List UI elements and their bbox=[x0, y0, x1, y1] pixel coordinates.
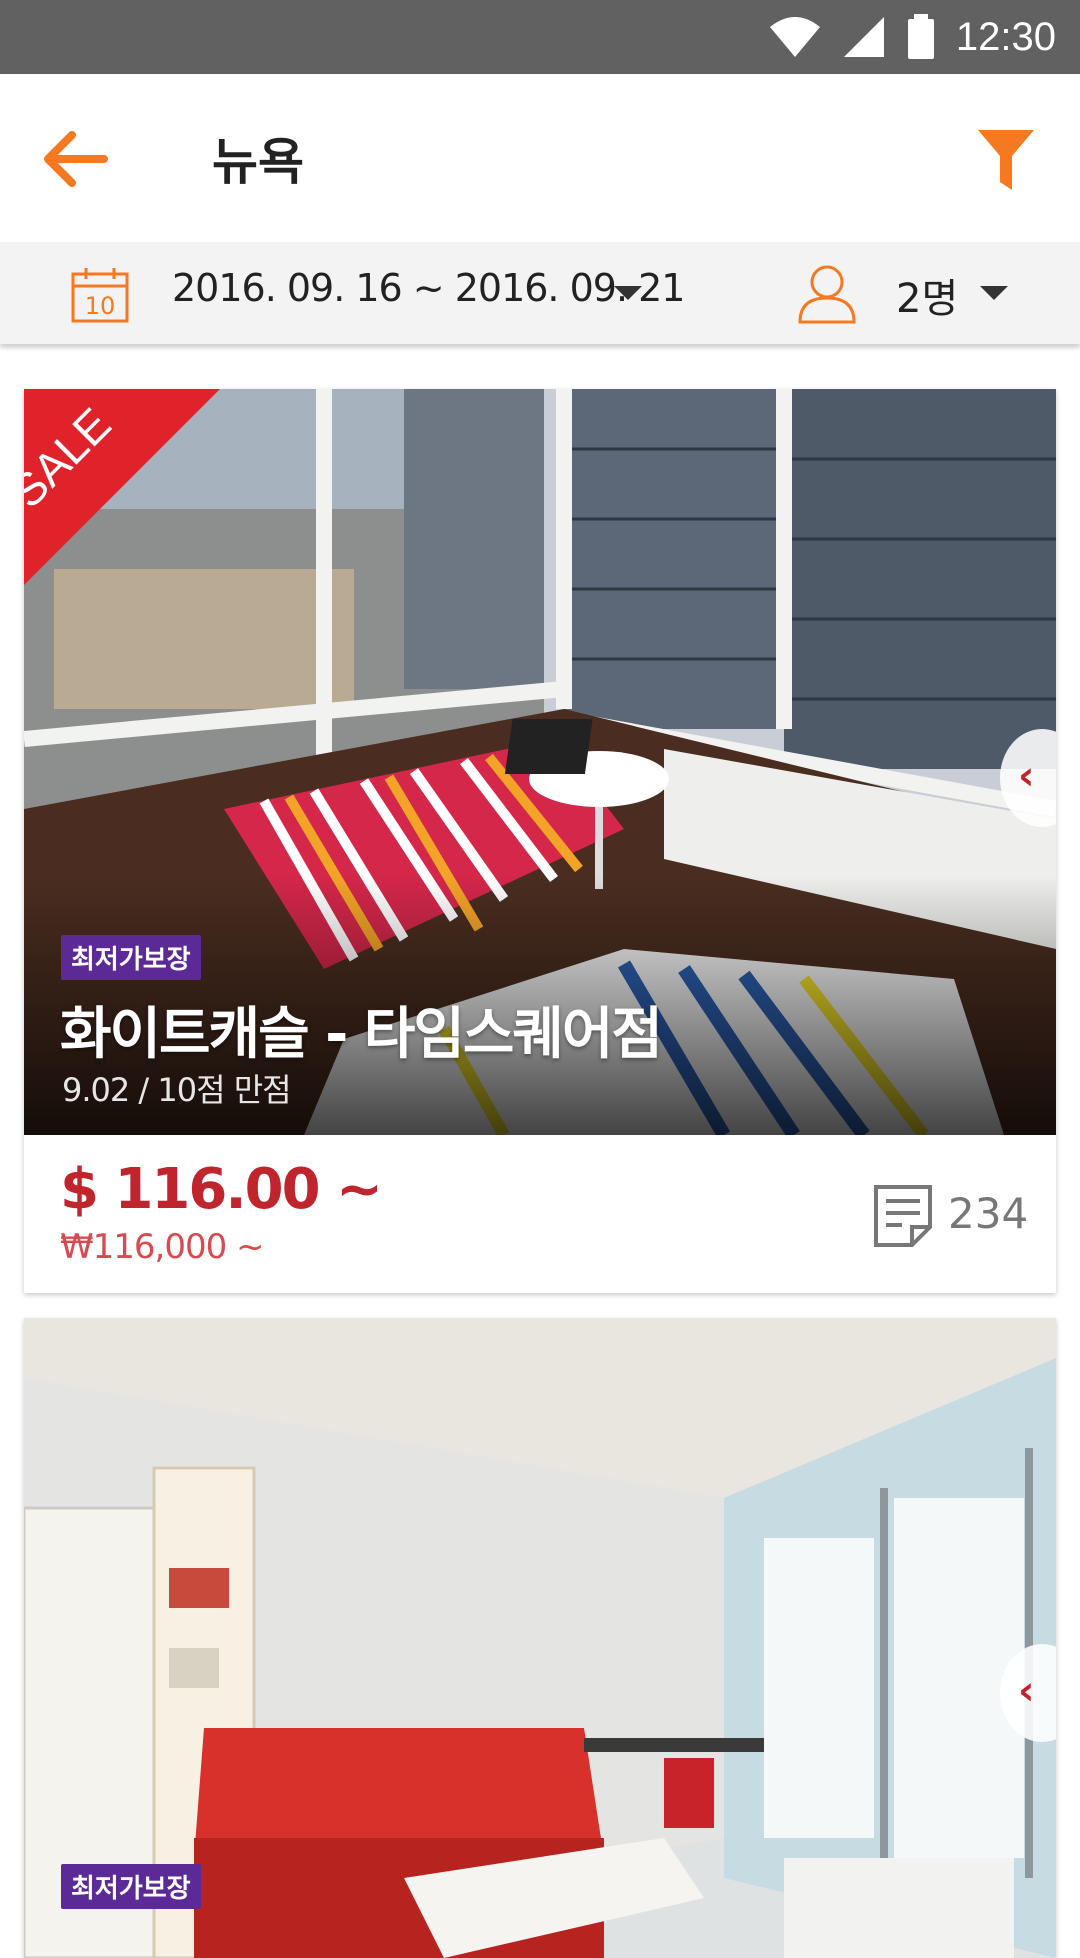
signal-icon bbox=[843, 17, 884, 57]
filter-icon bbox=[978, 130, 1034, 190]
price-krw: ₩116,000 ~ bbox=[60, 1227, 265, 1267]
date-dropdown-arrow-icon bbox=[614, 286, 642, 300]
page-title: 뉴욕 bbox=[212, 133, 304, 191]
status-time: 12:30 bbox=[955, 14, 1056, 59]
calendar-icon: 10 bbox=[71, 268, 129, 323]
back-arrow-icon bbox=[44, 131, 108, 187]
guest-count-label: 2명 bbox=[896, 276, 959, 322]
hotel-card[interactable]: 최저가보장 ‹ bbox=[24, 1318, 1056, 1958]
hotel-photo[interactable]: SALE 최저가보장 화이트캐슬 - 타임스퀘어점 9.02 / 10점 만점 … bbox=[24, 389, 1056, 1135]
chevron-left-icon: ‹ bbox=[1018, 1668, 1035, 1714]
date-range-label: 2016. 09. 16 ~ 2016. 09. 21 bbox=[172, 266, 685, 310]
calendar-day-label: 10 bbox=[85, 292, 116, 320]
back-button[interactable] bbox=[40, 129, 110, 189]
guest-dropdown-arrow-icon bbox=[980, 286, 1008, 300]
sale-ribbon: SALE bbox=[24, 389, 220, 585]
review-icon bbox=[874, 1185, 932, 1247]
hotel-name: 화이트캐슬 - 타임스퀘어점 bbox=[60, 1002, 663, 1067]
battery-icon bbox=[907, 14, 934, 59]
search-filter-bar: 10 2016. 09. 16 ~ 2016. 09. 21 2명 bbox=[0, 242, 1080, 344]
price-usd: $ 116.00 ~ bbox=[60, 1157, 383, 1222]
hotel-card[interactable]: SALE 최저가보장 화이트캐슬 - 타임스퀘어점 9.02 / 10점 만점 … bbox=[24, 389, 1056, 1293]
app-bar: 뉴욕 bbox=[0, 74, 1080, 242]
review-count: 234 bbox=[948, 1189, 1029, 1238]
hotel-room-image bbox=[24, 1318, 1056, 1958]
hotel-rating: 9.02 / 10점 만점 bbox=[62, 1071, 292, 1109]
status-bar: 12:30 bbox=[0, 0, 1080, 74]
lowest-price-badge: 최저가보장 bbox=[61, 935, 201, 980]
person-icon bbox=[798, 265, 856, 324]
hotel-photo[interactable]: 최저가보장 ‹ bbox=[24, 1318, 1056, 1958]
chevron-left-icon: ‹ bbox=[1018, 753, 1035, 799]
filter-button[interactable] bbox=[976, 126, 1036, 194]
lowest-price-badge: 최저가보장 bbox=[61, 1864, 201, 1909]
wifi-icon bbox=[769, 17, 820, 57]
